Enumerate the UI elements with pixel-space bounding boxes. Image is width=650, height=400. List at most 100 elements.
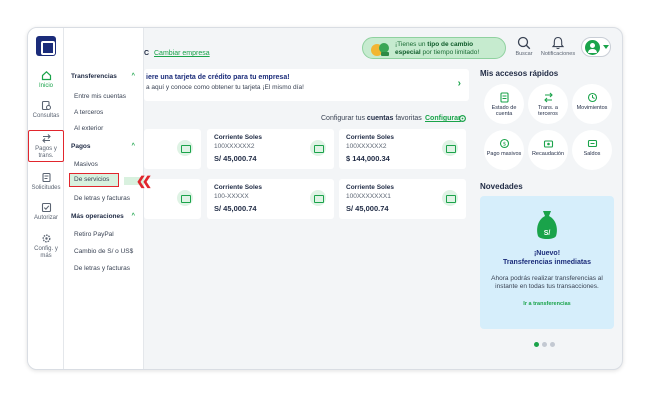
menu-item-bills[interactable]: De letras y facturas	[74, 195, 130, 202]
avatar-icon	[585, 40, 600, 55]
nav-pagos-trans[interactable]: Pagos y trans.	[28, 130, 64, 162]
menu-item-services[interactable]: De servicios	[69, 173, 119, 187]
gear-icon[interactable]	[458, 114, 467, 123]
quick-access-bulk-pay[interactable]: $ Pago masivos	[484, 130, 524, 170]
home-icon	[41, 70, 51, 81]
folder-icon[interactable]	[442, 190, 458, 206]
double-chevron-left-icon: ❮❮	[136, 174, 152, 188]
payments-menu-panel: Transferencias ^ Entre mis cuentas A ter…	[64, 28, 144, 369]
chevron-up-icon[interactable]: ^	[131, 213, 135, 219]
nav-config[interactable]: Config. y más	[28, 233, 64, 260]
search-button[interactable]: Buscar	[506, 36, 542, 57]
credit-card-banner[interactable]: iere una tarjeta de crédito para tu empr…	[144, 69, 469, 101]
notifications-button[interactable]: Notificaciones	[540, 36, 576, 57]
request-icon	[41, 172, 51, 183]
banner-subtitle: a aquí y conoce como obtener tu tarjeta …	[146, 84, 304, 91]
folder-icon[interactable]	[177, 140, 193, 156]
money-bag-label: S/	[543, 230, 551, 237]
menu-item-paypal[interactable]: Retiro PayPal	[74, 231, 114, 238]
search-label: Buscar	[515, 51, 533, 57]
carousel-dot[interactable]	[542, 342, 547, 347]
section-pagos[interactable]: Pagos	[71, 143, 91, 150]
account-balance: S/ 45,000.74	[214, 204, 257, 213]
svg-text:$: $	[502, 142, 506, 148]
carousel-dots[interactable]	[534, 334, 558, 352]
account-type: Corriente Soles	[214, 134, 263, 141]
nav-autorizar[interactable]: Autorizar	[28, 202, 64, 222]
search-icon	[517, 36, 531, 50]
main-nav-rail: Inicio Consultas Pagos y trans. Solicitu…	[28, 28, 64, 369]
chevron-down-icon	[603, 45, 609, 49]
balance-icon	[587, 139, 597, 148]
carousel-dot[interactable]	[534, 342, 539, 347]
account-card[interactable]: Corriente Soles 100-XXXXX S/ 45,000.74	[207, 179, 334, 219]
go-to-transfers-link[interactable]: Ir a transferencias	[480, 301, 614, 307]
check-icon	[41, 202, 51, 213]
nav-label: Autorizar	[33, 215, 58, 221]
account-number: 100-XXXXX	[214, 193, 249, 200]
news-title: Novedades	[480, 182, 523, 191]
quick-access-balances[interactable]: Saldos	[572, 130, 612, 170]
account-card[interactable]: Corriente Soles 100XXXXXX2 $ 144,000.34	[339, 129, 466, 169]
bank-logo	[36, 36, 56, 56]
section-mas-operaciones[interactable]: Más operaciones	[71, 213, 124, 220]
menu-item-own-accounts[interactable]: Entre mis cuentas	[74, 93, 126, 100]
menu-item-third-party[interactable]: A terceros	[74, 109, 103, 116]
quick-access-movements[interactable]: Movimientos	[572, 84, 612, 124]
folder-icon[interactable]	[310, 190, 326, 206]
gear-icon	[42, 234, 50, 243]
account-type: Corriente Soles	[214, 184, 263, 191]
news-body: Ahora podrás realizar transferencias al …	[491, 275, 603, 290]
quick-access-statement[interactable]: Estado de cuenta	[484, 84, 524, 124]
chevron-right-icon[interactable]: ›	[458, 78, 461, 89]
account-card[interactable]	[144, 179, 201, 219]
account-type: Corriente Soles	[346, 134, 395, 141]
quick-access-label: Estado de cuenta	[491, 105, 517, 117]
nav-consultas[interactable]: Consultas	[28, 100, 64, 120]
account-balance: $ 144,000.34	[346, 154, 390, 163]
configure-favorites-link[interactable]: Configurar	[425, 115, 461, 122]
quick-access-third-party[interactable]: Trans. a terceros	[528, 84, 568, 124]
account-balance: S/ 45,000.74	[214, 154, 257, 163]
quick-access-label: Trans. a terceros	[538, 105, 558, 117]
nav-label: Solicitudes	[31, 185, 61, 191]
quick-access-title: Mis accesos rápidos	[480, 69, 559, 78]
account-card[interactable]: Corriente Soles 100XXXXXX2 S/ 45,000.74	[207, 129, 334, 169]
profile-menu-button[interactable]	[581, 37, 611, 57]
notifications-label: Notificaciones	[540, 51, 576, 57]
folder-icon[interactable]	[177, 190, 193, 206]
account-number: 100XXXXXXX1	[346, 193, 391, 200]
section-transferencias[interactable]: Transferencias	[71, 73, 117, 80]
collection-icon	[543, 140, 553, 148]
menu-item-abroad[interactable]: Al exterior	[74, 125, 103, 132]
folder-icon[interactable]	[310, 140, 326, 156]
menu-item-currency-exchange[interactable]: Cambio de S/ o US$	[74, 248, 133, 255]
account-card[interactable]	[144, 129, 201, 169]
chevron-up-icon[interactable]: ^	[131, 143, 135, 149]
nav-label: Pagos y trans.	[35, 146, 57, 159]
quick-access-label: Pago masivos	[486, 151, 522, 157]
chevron-up-icon[interactable]: ^	[131, 73, 135, 79]
nav-label: Consultas	[32, 113, 60, 119]
exchange-rate-promo[interactable]: ¡Tienes un tipo de cambio especial por t…	[362, 37, 506, 59]
account-balance: S/ 45,000.74	[346, 204, 389, 213]
search-doc-icon	[41, 100, 51, 111]
quick-access-collection[interactable]: Recaudación	[528, 130, 568, 170]
nav-inicio[interactable]: Inicio	[28, 70, 64, 90]
menu-item-bills-2[interactable]: De letras y facturas	[74, 265, 130, 272]
change-company-link[interactable]: Cambiar empresa	[154, 50, 210, 57]
favorites-label: Configurar tus cuentas favoritas	[321, 115, 422, 122]
banner-title: iere una tarjeta de crédito para tu empr…	[146, 74, 290, 81]
carousel-dot[interactable]	[550, 342, 555, 347]
account-type: Corriente Soles	[346, 184, 395, 191]
folder-icon[interactable]	[442, 140, 458, 156]
company-name: C	[144, 50, 150, 57]
quick-access-label: Saldos	[583, 151, 601, 157]
news-head-new: ¡Nuevo!	[533, 250, 561, 257]
account-number: 100XXXXXX2	[214, 143, 255, 150]
menu-item-bulk[interactable]: Masivos	[74, 161, 98, 168]
account-card[interactable]: Corriente Soles 100XXXXXXX1 S/ 45,000.74	[339, 179, 466, 219]
app-window: C Cambiar empresa ¡Tienes un tipo de cam…	[27, 27, 623, 370]
nav-solicitudes[interactable]: Solicitudes	[28, 172, 64, 192]
transfer-icon	[543, 92, 553, 103]
